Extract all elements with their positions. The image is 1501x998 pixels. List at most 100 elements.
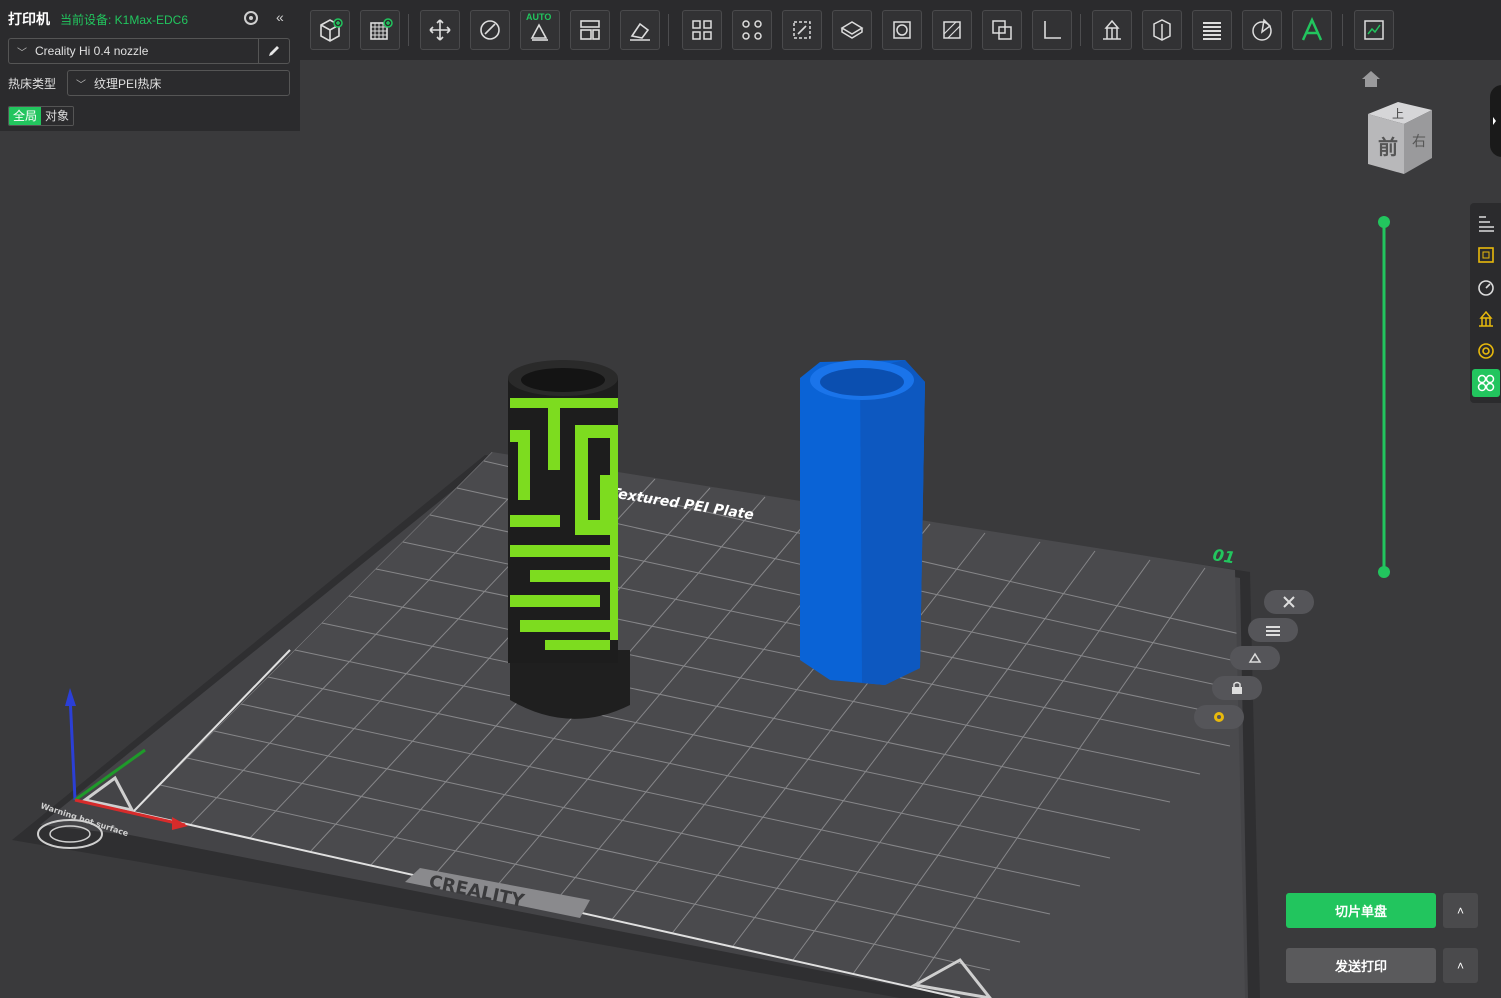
auto-tag: AUTO [526, 12, 552, 22]
toolbar-separator [668, 14, 669, 46]
lock-icon [1232, 681, 1242, 694]
auto-arrange-button[interactable] [620, 10, 660, 50]
move-button[interactable] [420, 10, 460, 50]
layers-icon [1203, 22, 1221, 40]
speed-button[interactable] [1472, 273, 1500, 301]
palette-icon [1252, 18, 1272, 41]
lay-on-face-icon [630, 22, 650, 41]
nozzle-select[interactable]: ﹀ Creality Hi 0.4 nozzle [8, 38, 259, 64]
bed-type-select[interactable]: ﹀ 纹理PEI热床 [67, 70, 290, 96]
slope-icon [943, 21, 961, 39]
text-button[interactable] [1292, 10, 1332, 50]
current-device-label[interactable]: 当前设备: K1Max-EDC6 [60, 11, 188, 28]
assembly-view-button[interactable] [1354, 10, 1394, 50]
plate-close-button[interactable] [1264, 590, 1314, 614]
layout-scatter-button[interactable] [732, 10, 772, 50]
measure-button[interactable] [1032, 10, 1072, 50]
boolean-icon [992, 20, 1012, 40]
layer-slider-bottom-handle[interactable] [1378, 566, 1390, 578]
assembly-icon [1364, 20, 1384, 40]
home-icon[interactable] [1360, 68, 1382, 90]
support-button[interactable] [1472, 305, 1500, 333]
collapse-panel-icon[interactable]: « [276, 9, 284, 25]
toolbar-separator [1080, 14, 1081, 46]
measure-icon [1044, 21, 1061, 39]
rotate-icon [480, 20, 500, 40]
boolean-button[interactable] [982, 10, 1022, 50]
slice-options-button[interactable]: ˄ [1443, 893, 1478, 928]
layout-grid-icon [692, 20, 712, 40]
spool-icon [1478, 343, 1494, 359]
list-icon [1266, 626, 1280, 636]
list-icon [1479, 216, 1494, 232]
printer-title: 打印机 [8, 11, 50, 27]
3d-viewport[interactable]: CREALITY Textured PEI Plate 01 Warning h… [0, 0, 1501, 998]
cube-add-icon [320, 18, 343, 42]
slice-plate-button[interactable]: 切片单盘 [1286, 893, 1436, 928]
gear-icon[interactable] [242, 9, 260, 27]
side-toolbar [1470, 203, 1501, 403]
plate-auto-orient-button[interactable] [1230, 646, 1280, 670]
bed-type-value: 纹理PEI热床 [94, 76, 162, 91]
hollow-button[interactable] [882, 10, 922, 50]
layer-height-button[interactable] [1192, 10, 1232, 50]
plate-number-label: 01 [1211, 545, 1236, 567]
layout-scatter-icon [742, 20, 762, 40]
scale-icon [793, 21, 811, 39]
plate-settings-button[interactable] [1194, 705, 1244, 729]
settings-scope-tabs: 全局 对象 [8, 106, 75, 126]
clover-icon [1477, 374, 1495, 392]
send-print-button[interactable]: 发送打印 [1286, 948, 1436, 983]
tab-object[interactable]: 对象 [41, 107, 74, 125]
support-icon [1479, 310, 1493, 327]
filament-button[interactable] [1472, 337, 1500, 365]
support-paint-button[interactable] [1092, 10, 1132, 50]
right-panel-toggle[interactable] [1490, 85, 1501, 157]
others-button[interactable] [1472, 369, 1500, 397]
chevron-down-icon: ﹀ [76, 79, 86, 91]
color-paint-button[interactable] [1242, 10, 1282, 50]
frame-icon [1478, 247, 1494, 263]
layer-slider-top-handle[interactable] [1378, 216, 1390, 228]
add-plate-button[interactable] [360, 10, 400, 50]
scale-button[interactable] [782, 10, 822, 50]
text-icon [1301, 16, 1323, 41]
print-bed: CREALITY Textured PEI Plate 01 Warning h… [12, 452, 1260, 998]
toolbar-separator [408, 14, 409, 46]
viewcube-top-label: 上 [1392, 107, 1404, 121]
nozzle-value: Creality Hi 0.4 nozzle [35, 44, 149, 58]
quality-button[interactable] [1472, 241, 1500, 269]
tab-global[interactable]: 全局 [9, 107, 42, 125]
seam-paint-button[interactable] [1142, 10, 1182, 50]
hollow-icon [893, 21, 911, 39]
hex-tube-object[interactable] [800, 360, 925, 685]
printer-panel: 打印机 当前设备: K1Max-EDC6 « ﹀ Creality Hi 0.4… [0, 0, 300, 131]
move-icon [429, 19, 451, 41]
plate-arrange-button[interactable] [1248, 618, 1298, 642]
seam-icon [1153, 19, 1171, 41]
add-object-button[interactable] [310, 10, 350, 50]
layer-slider[interactable] [1376, 214, 1392, 580]
rotate-button[interactable] [470, 10, 510, 50]
flatten-button[interactable] [832, 10, 872, 50]
viewcube-front-label: 前 [1378, 135, 1398, 159]
layout-grid-button[interactable] [682, 10, 722, 50]
object-list-button[interactable] [1472, 209, 1500, 237]
auto-orient-button[interactable]: AUTO [520, 10, 560, 50]
maze-cylinder-object[interactable] [508, 360, 630, 719]
bed-type-label: 热床类型 [8, 77, 57, 91]
slope-button[interactable] [932, 10, 972, 50]
send-options-button[interactable]: ˄ [1443, 948, 1478, 983]
plate-lock-button[interactable] [1212, 676, 1262, 700]
viewcube-right-label: 右 [1412, 134, 1426, 150]
edit-printer-button[interactable] [258, 38, 290, 64]
arrange-button[interactable] [570, 10, 610, 50]
gear-icon [1214, 712, 1224, 722]
plate-icon [840, 21, 864, 39]
speedometer-icon [1478, 280, 1494, 296]
close-icon [1283, 596, 1295, 608]
grid-add-icon [370, 18, 393, 40]
view-cube[interactable]: 上 前 右 [1362, 96, 1438, 178]
chevron-right-icon [1493, 117, 1496, 125]
arrange-icon [580, 20, 600, 40]
